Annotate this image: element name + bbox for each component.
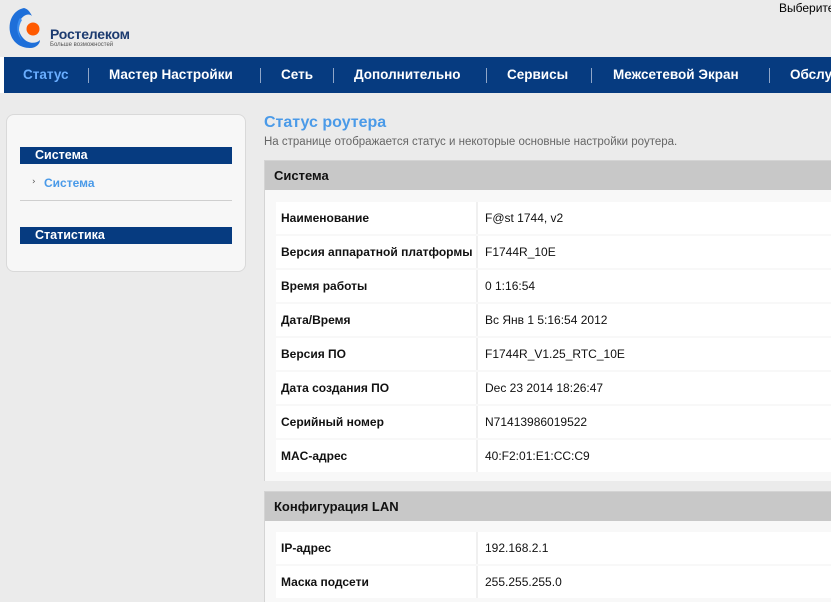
nav-item-services[interactable]: Сервисы [507,57,568,93]
nav-separator [88,68,89,83]
nav-bar: Статус Мастер Настройки Сеть Дополнитель… [4,57,831,93]
sidebar-group-statistics[interactable]: Статистика [20,227,232,244]
row-value-ip: 192.168.2.1 [485,541,549,555]
row-value-mac: 40:F2:01:E1:CC:C9 [485,449,590,463]
top-navigation: Статус Мастер Настройки Сеть Дополнитель… [0,57,831,93]
table-row: Наименование F@st 1744, v2 [276,202,831,234]
header: Ростелеком Больше возможностей Выберите [0,0,831,57]
row-label-firmware: Версия ПО [281,347,347,361]
row-label-datetime: Дата/Время [281,313,351,327]
cell-separator [476,372,478,404]
cell-separator [476,236,478,268]
row-value-serial: N71413986019522 [485,415,588,429]
system-section: Система Наименование F@st 1744, v2 Верси… [264,160,831,481]
row-label-serial: Серийный номер [281,415,384,429]
table-row: Серийный номер N71413986019522 [276,406,831,438]
row-label-ip: IP-адрес [281,541,332,555]
cell-separator [476,270,478,302]
row-label-hardware: Версия аппаратной платформы [281,245,473,259]
page-title: Статус роутера [264,114,387,131]
cell-separator [476,304,478,336]
row-value-firmware: F1744R_V1.25_RTC_10E [485,347,625,361]
row-label-subnet: Маска подсети [281,575,369,589]
sidebar: Система › Система Статистика [6,114,246,272]
lan-section: Конфигурация LAN IP-адрес 192.168.2.1 Ма… [264,491,831,602]
sidebar-item-system[interactable]: Система [44,176,95,190]
row-value-build-date: Dec 23 2014 18:26:47 [485,381,604,395]
table-row: Дата создания ПО Dec 23 2014 18:26:47 [276,372,831,404]
row-label-mac: MAC-адрес [281,449,348,463]
cell-separator [476,202,478,234]
nav-separator [591,68,592,83]
nav-item-network[interactable]: Сеть [281,57,313,93]
sidebar-group-system[interactable]: Система [20,147,232,164]
cell-separator [476,406,478,438]
row-label-uptime: Время работы [281,279,368,293]
row-value-uptime: 0 1:16:54 [485,279,536,293]
nav-separator [260,68,261,83]
logo-wordmark: Ростелеком [50,26,130,42]
row-label-name: Наименование [281,211,370,225]
row-label-build-date: Дата создания ПО [281,381,390,395]
table-row: Дата/Время Вс Янв 1 5:16:54 2012 [276,304,831,336]
rostelecom-logo[interactable]: Ростелеком Больше возможностей [6,4,146,50]
row-value-hardware: F1744R_10E [485,245,556,259]
nav-separator [333,68,334,83]
nav-item-setup-wizard[interactable]: Мастер Настройки [109,57,233,93]
cell-separator [476,440,478,472]
logo-tagline: Больше возможностей [50,42,114,48]
row-value-subnet: 255.255.255.0 [485,575,562,589]
nav-separator [769,68,770,83]
cell-separator [476,338,478,370]
cell-separator [476,532,478,564]
row-value-name: F@st 1744, v2 [485,211,564,225]
sidebar-divider [20,200,232,201]
table-row: Версия ПО F1744R_V1.25_RTC_10E [276,338,831,370]
page-description: На странице отображается статус и некото… [264,136,678,148]
section-header-lan: Конфигурация LAN [265,492,831,521]
table-row: Время работы 0 1:16:54 [276,270,831,302]
row-value-datetime: Вс Янв 1 5:16:54 2012 [485,313,608,327]
nav-item-advanced[interactable]: Дополнительно [354,57,461,93]
table-row: MAC-адрес 40:F2:01:E1:CC:C9 [276,440,831,472]
nav-separator [486,68,487,83]
cell-separator [476,566,478,598]
section-header-system: Система [265,161,831,190]
table-row: IP-адрес 192.168.2.1 [276,532,831,564]
nav-item-maintenance[interactable]: Обслу [790,57,831,93]
table-row: Версия аппаратной платформы F1744R_10E [276,236,831,268]
nav-item-status[interactable]: Статус [23,57,69,93]
rostelecom-logo-icon [9,8,40,48]
chevron-right-icon: › [32,177,36,187]
table-row: Маска подсети 255.255.255.0 [276,566,831,598]
nav-item-firewall[interactable]: Межсетевой Экран [613,57,739,93]
language-selector[interactable]: Выберите [779,1,831,15]
